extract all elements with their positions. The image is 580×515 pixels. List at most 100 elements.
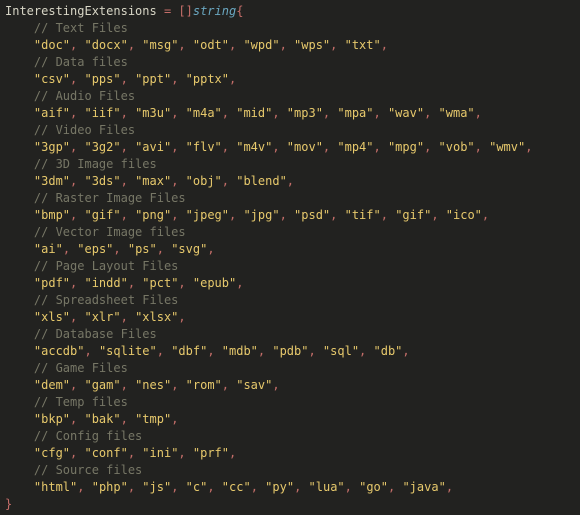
comma-op: , bbox=[121, 106, 135, 120]
string-literal: "mp4" bbox=[337, 140, 373, 154]
comma-op: , bbox=[272, 106, 286, 120]
string-literal: "indd" bbox=[84, 276, 127, 290]
code-comment: // Game Files bbox=[34, 361, 128, 375]
comma-op: , bbox=[345, 480, 359, 494]
comma-op: , bbox=[229, 38, 243, 52]
string-literal: "mid" bbox=[236, 106, 272, 120]
string-literal: "gif" bbox=[395, 208, 431, 222]
string-literal: "wav" bbox=[388, 106, 424, 120]
comma-op: , bbox=[323, 140, 337, 154]
code-comment: // Audio Files bbox=[34, 89, 135, 103]
comma-op: , bbox=[374, 140, 388, 154]
string-literal: "pps" bbox=[84, 72, 120, 86]
string-literal: "xls" bbox=[34, 310, 70, 324]
string-literal: "gam" bbox=[84, 378, 120, 392]
string-literal: "py" bbox=[265, 480, 294, 494]
comma-op: , bbox=[381, 38, 388, 52]
string-literal: "pct" bbox=[142, 276, 178, 290]
comma-op: , bbox=[70, 378, 84, 392]
comma-op: , bbox=[70, 412, 84, 426]
slice-brackets: [] bbox=[178, 4, 192, 18]
comma-op: , bbox=[70, 72, 84, 86]
string-literal: "psd" bbox=[294, 208, 330, 222]
comma-op: , bbox=[121, 310, 135, 324]
code-comment: // Spreadsheet Files bbox=[34, 293, 179, 307]
comma-op: , bbox=[121, 412, 135, 426]
open-brace: { bbox=[236, 4, 243, 18]
comma-op: , bbox=[388, 480, 402, 494]
string-literal: "vob" bbox=[439, 140, 475, 154]
comma-op: , bbox=[222, 106, 236, 120]
comma-op: , bbox=[128, 38, 142, 52]
string-literal: "wma" bbox=[439, 106, 475, 120]
string-literal: "flv" bbox=[186, 140, 222, 154]
string-literal: "xlr" bbox=[84, 310, 120, 324]
comma-op: , bbox=[402, 344, 409, 358]
code-comment: // Vector Image files bbox=[34, 225, 186, 239]
comma-op: , bbox=[330, 208, 344, 222]
comma-op: , bbox=[84, 344, 98, 358]
equals-op: = bbox=[157, 4, 179, 18]
comma-op: , bbox=[121, 140, 135, 154]
string-literal: "sql" bbox=[323, 344, 359, 358]
comma-op: , bbox=[272, 140, 286, 154]
string-literal: "jpeg" bbox=[186, 208, 229, 222]
string-literal: "ico" bbox=[446, 208, 482, 222]
string-literal: "doc" bbox=[34, 38, 70, 52]
comma-op: , bbox=[475, 140, 489, 154]
string-literal: "obj" bbox=[186, 174, 222, 188]
string-literal: "js" bbox=[142, 480, 171, 494]
comma-op: , bbox=[229, 446, 236, 460]
comma-op: , bbox=[70, 174, 84, 188]
comma-op: , bbox=[171, 174, 185, 188]
string-literal: "c" bbox=[186, 480, 208, 494]
string-literal: "txt" bbox=[345, 38, 381, 52]
comma-op: , bbox=[207, 344, 221, 358]
comma-op: , bbox=[330, 38, 344, 52]
string-literal: "m4v" bbox=[236, 140, 272, 154]
code-comment: // Source files bbox=[34, 463, 142, 477]
comma-op: , bbox=[113, 242, 127, 256]
comma-op: , bbox=[128, 446, 142, 460]
comma-op: , bbox=[374, 106, 388, 120]
comma-op: , bbox=[128, 480, 142, 494]
string-literal: "max" bbox=[135, 174, 171, 188]
string-literal: "odt" bbox=[193, 38, 229, 52]
comma-op: , bbox=[446, 480, 453, 494]
comma-op: , bbox=[222, 140, 236, 154]
comma-op: , bbox=[229, 208, 243, 222]
string-literal: "gif" bbox=[84, 208, 120, 222]
comma-op: , bbox=[424, 106, 438, 120]
comma-op: , bbox=[525, 140, 532, 154]
code-comment: // Text Files bbox=[34, 21, 128, 35]
string-literal: "png" bbox=[135, 208, 171, 222]
comma-op: , bbox=[128, 276, 142, 290]
comma-op: , bbox=[229, 72, 236, 86]
string-literal: "ini" bbox=[142, 446, 178, 460]
comma-op: , bbox=[308, 344, 322, 358]
string-literal: "jpg" bbox=[243, 208, 279, 222]
string-literal: "iif" bbox=[84, 106, 120, 120]
string-literal: "dbf" bbox=[171, 344, 207, 358]
string-literal: "svg" bbox=[171, 242, 207, 256]
comma-op: , bbox=[70, 38, 84, 52]
comma-op: , bbox=[207, 480, 221, 494]
comma-op: , bbox=[424, 140, 438, 154]
comma-op: , bbox=[171, 412, 178, 426]
code-comment: // Page Layout Files bbox=[34, 259, 179, 273]
comma-op: , bbox=[323, 106, 337, 120]
close-brace: } bbox=[5, 497, 12, 511]
string-literal: "m3u" bbox=[135, 106, 171, 120]
string-literal: "aif" bbox=[34, 106, 70, 120]
string-literal: "mp3" bbox=[287, 106, 323, 120]
comma-op: , bbox=[171, 140, 185, 154]
string-literal: "cfg" bbox=[34, 446, 70, 460]
string-literal: "xlsx" bbox=[135, 310, 178, 324]
code-comment: // Data files bbox=[34, 55, 128, 69]
code-comment: // Database Files bbox=[34, 327, 157, 341]
string-literal: "bmp" bbox=[34, 208, 70, 222]
string-literal: "php" bbox=[92, 480, 128, 494]
string-literal: "m4a" bbox=[186, 106, 222, 120]
string-literal: "lua" bbox=[309, 480, 345, 494]
comma-op: , bbox=[178, 38, 192, 52]
